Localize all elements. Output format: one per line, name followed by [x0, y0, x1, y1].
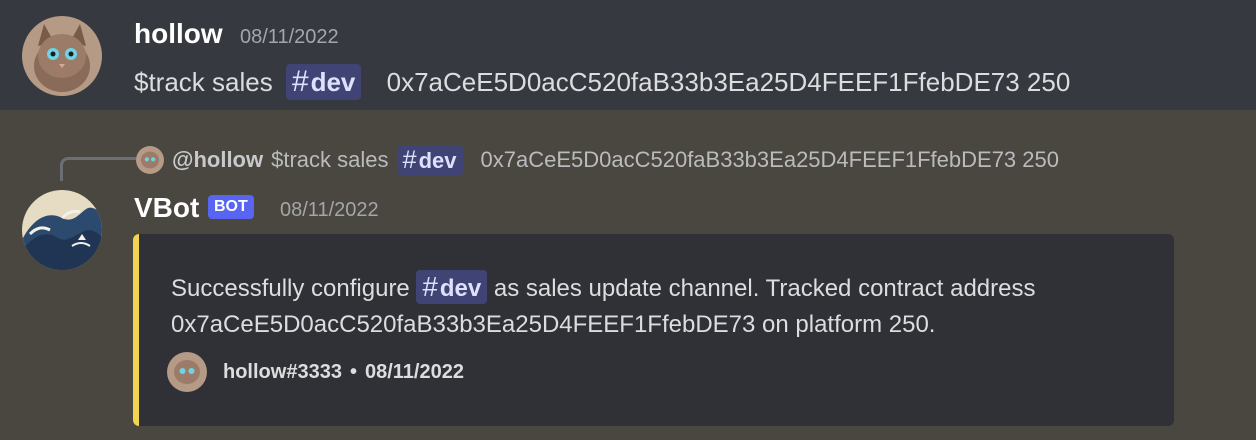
reply-spine	[60, 157, 136, 181]
bot-badge: BOT	[208, 195, 254, 219]
bot-name[interactable]: VBot	[134, 194, 199, 222]
embed-channel-name: dev	[439, 275, 482, 302]
hash-icon: #	[402, 145, 417, 174]
hash-icon: #	[291, 65, 309, 98]
message-timestamp: 08/11/2022	[240, 26, 339, 48]
reply-channel-mention[interactable]: #dev	[396, 144, 463, 176]
footer-name: hollow#3333	[223, 360, 342, 383]
hollow-avatar-icon[interactable]	[22, 16, 102, 96]
embed-channel-mention[interactable]: #dev	[416, 270, 488, 304]
bot-timestamp: 08/11/2022	[280, 199, 379, 221]
message-hollow: hollow 08/11/2022 $track sales #dev 0x7a…	[0, 0, 1256, 110]
reply-command: $track sales	[271, 147, 389, 172]
reply-author[interactable]: @hollow	[172, 147, 263, 173]
message-content: $track sales #dev 0x7aCeE5D0acC520faB33b…	[134, 64, 1070, 100]
footer-separator: •	[349, 360, 357, 383]
embed-desc-before: Successfully configure	[171, 275, 410, 302]
embed-card: Successfully configure #dev as sales upd…	[133, 234, 1174, 426]
vbot-avatar-icon[interactable]	[22, 190, 102, 270]
command-text: $track sales	[134, 67, 273, 97]
footer-time: 08/11/2022	[364, 360, 464, 383]
reply-channel-name: dev	[418, 147, 457, 173]
hollow-small-avatar-icon	[136, 146, 164, 174]
embed-footer: hollow#3333 • 08/11/2022	[167, 352, 464, 392]
embed-description: Successfully configure #dev as sales upd…	[171, 270, 1161, 343]
author-name[interactable]: hollow	[134, 20, 223, 48]
hash-icon: #	[422, 271, 438, 302]
channel-name: dev	[310, 67, 356, 97]
footer-avatar-icon	[167, 352, 207, 392]
embed-desc-line1: Successfully configure #dev as sales upd…	[171, 270, 1161, 307]
reply-reference[interactable]: @hollow $track sales #dev 0x7aCeE5D0acC5…	[136, 144, 1060, 176]
channel-mention[interactable]: #dev	[285, 64, 362, 100]
embed-desc-after: as sales update channel. Tracked contrac…	[493, 275, 1036, 302]
command-args: 0x7aCeE5D0acC520faB33b3Ea25D4FEEF1FfebDE…	[386, 67, 1071, 97]
reply-args: 0x7aCeE5D0acC520faB33b3Ea25D4FEEF1FfebDE…	[480, 147, 1060, 172]
embed-desc-line2: 0x7aCeE5D0acC520faB33b3Ea25D4FEEF1FfebDE…	[171, 311, 936, 338]
